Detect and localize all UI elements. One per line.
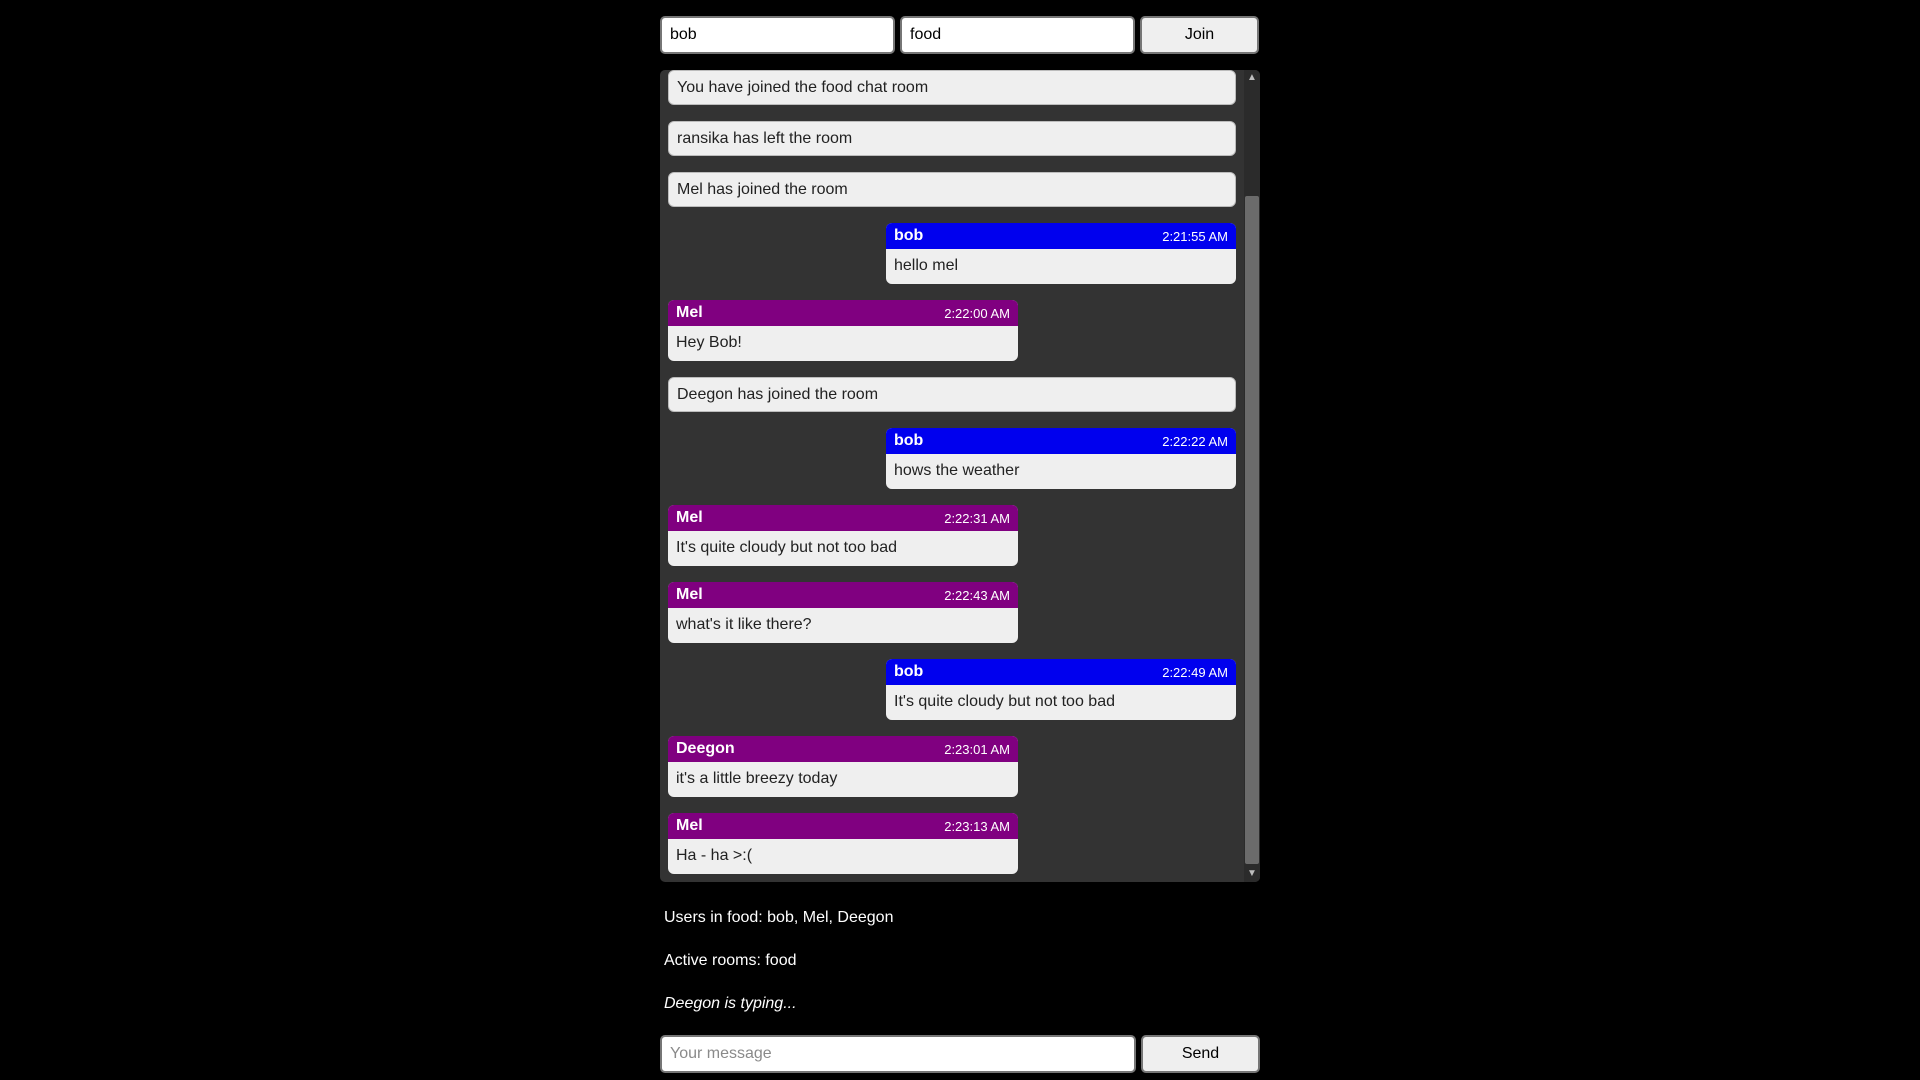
message-text: hello mel (894, 257, 959, 274)
message-sender: bob (894, 432, 924, 449)
message-header: Mel 2:23:13 AM (668, 813, 1018, 839)
system-notice: Deegon has joined the room (668, 377, 1236, 412)
message-composer: Send (660, 1035, 1260, 1073)
message-header: Mel 2:22:31 AM (668, 505, 1018, 531)
other-message-bubble: Deegon 2:23:01 AM it's a little breezy tod… (668, 736, 1018, 797)
scrollbar-thumb[interactable] (1245, 196, 1259, 864)
message-header: Mel 2:22:43 AM (668, 582, 1018, 608)
message-sender: Mel (676, 817, 703, 834)
message-header: Deegon 2:23:01 AM (668, 736, 1018, 762)
message-timestamp: 2:22:00 AM (944, 305, 1010, 321)
message-text: It's quite cloudy but not too bad (676, 539, 897, 556)
message-header: Mel 2:22:00 AM (668, 300, 1018, 326)
own-message-bubble: bob 2:21:55 AM hello mel (886, 223, 1236, 284)
own-message-bubble: bob 2:22:22 AM hows the weather (886, 428, 1236, 489)
message-header: bob 2:22:22 AM (886, 428, 1236, 454)
message-timestamp: 2:22:31 AM (944, 510, 1010, 526)
username-input[interactable] (660, 16, 895, 54)
room-input[interactable] (900, 16, 1135, 54)
message-header: bob 2:22:49 AM (886, 659, 1236, 685)
active-rooms-text: Active rooms: food (664, 952, 797, 969)
message-text: what's it like there? (676, 616, 812, 633)
message-sender: Mel (676, 586, 703, 603)
message-timestamp: 2:22:22 AM (1162, 433, 1228, 449)
scroll-down-arrow-icon[interactable]: ▼ (1244, 866, 1260, 882)
room-users-text: Users in food: bob, Mel, Deegon (664, 909, 894, 926)
chat-app: Join You have joined the food chat room r… (660, 16, 1260, 1073)
other-message-bubble: Mel 2:23:13 AM Ha - ha >:( (668, 813, 1018, 874)
send-button[interactable]: Send (1141, 1035, 1260, 1073)
message-sender: Mel (676, 509, 703, 526)
own-message-bubble: bob 2:22:49 AM It's quite cloudy but not t… (886, 659, 1236, 720)
scroll-up-arrow-icon[interactable]: ▲ (1244, 70, 1260, 86)
message-list: You have joined the food chat room ransik… (660, 70, 1244, 882)
message-timestamp: 2:23:13 AM (944, 818, 1010, 834)
message-text: It's quite cloudy but not too bad (894, 693, 1115, 710)
message-text: Hey Bob! (676, 334, 742, 351)
message-timestamp: 2:21:55 AM (1162, 228, 1228, 244)
system-notice: ransika has left the room (668, 121, 1236, 156)
message-text: Ha - ha >:( (676, 847, 753, 864)
message-timestamp: 2:23:01 AM (944, 741, 1010, 757)
chat-window[interactable]: You have joined the food chat room ransik… (660, 70, 1260, 882)
message-text: it's a little breezy today (676, 770, 838, 787)
message-header: bob 2:21:55 AM (886, 223, 1236, 249)
system-notice: You have joined the food chat room (668, 70, 1236, 105)
join-button[interactable]: Join (1140, 16, 1259, 54)
other-message-bubble: Mel 2:22:31 AM It's quite cloudy but not t… (668, 505, 1018, 566)
message-sender: Deegon (676, 740, 735, 757)
message-text: hows the weather (894, 462, 1020, 479)
message-sender: bob (894, 227, 924, 244)
message-sender: Mel (676, 304, 703, 321)
scrollbar[interactable]: ▲ ▼ (1244, 70, 1260, 882)
message-timestamp: 2:22:49 AM (1162, 664, 1228, 680)
message-timestamp: 2:22:43 AM (944, 587, 1010, 603)
typing-indicator: Deegon is typing... (664, 995, 797, 1012)
message-sender: bob (894, 663, 924, 680)
message-input[interactable] (660, 1035, 1136, 1073)
other-message-bubble: Mel 2:22:43 AM what's it like there? (668, 582, 1018, 643)
other-message-bubble: Mel 2:22:00 AM Hey Bob! (668, 300, 1018, 361)
join-form: Join (660, 16, 1260, 54)
system-notice: Mel has joined the room (668, 172, 1236, 207)
